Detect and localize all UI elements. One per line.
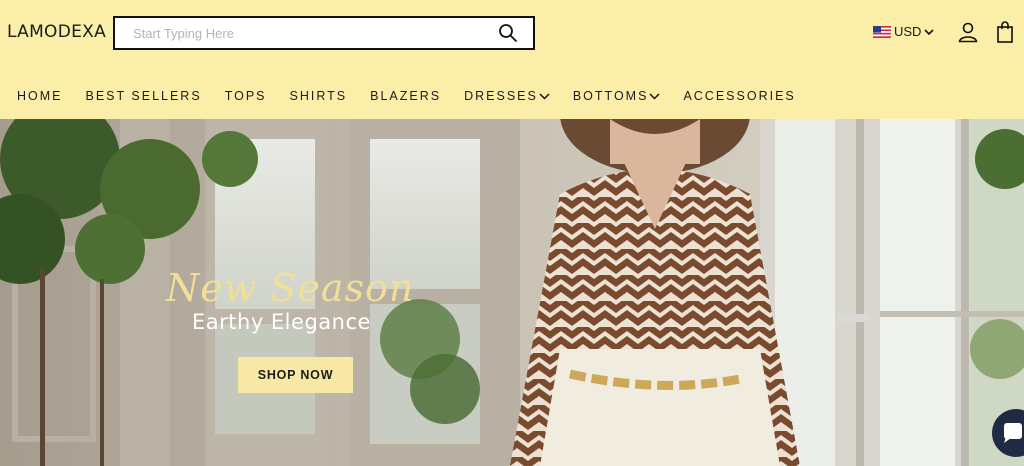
brand-logo[interactable]: LAMODEXA	[7, 22, 106, 42]
chevron-down-icon	[538, 89, 550, 103]
search-icon[interactable]	[498, 23, 518, 43]
search-bar	[113, 16, 535, 50]
nav-item-bottoms[interactable]: BOTTOMS	[573, 89, 661, 103]
currency-selector[interactable]: USD	[873, 24, 935, 39]
nav-item-blazers[interactable]: BLAZERS	[370, 89, 441, 103]
nav-item-accessories[interactable]: ACCESSORIES	[683, 89, 795, 103]
chevron-down-icon	[924, 24, 935, 39]
site-header: LAMODEXA USD	[0, 0, 1024, 68]
shop-now-button[interactable]: SHOP NOW	[238, 357, 353, 393]
hero-image	[0, 119, 1024, 466]
chevron-down-icon	[648, 89, 660, 103]
nav-item-label: HOME	[17, 89, 63, 103]
shopping-bag-icon[interactable]	[995, 21, 1015, 43]
nav-item-label: BLAZERS	[370, 89, 442, 103]
nav-item-label: BOTTOMS	[572, 89, 649, 103]
hero-tagline: Earthy Elegance	[192, 310, 371, 334]
nav-item-dresses[interactable]: DRESSES	[464, 89, 550, 103]
us-flag-icon	[873, 25, 891, 38]
nav-item-best-sellers[interactable]: BEST SELLERS	[86, 89, 202, 103]
hero-banner: New Season Earthy Elegance SHOP NOW	[0, 119, 1024, 466]
hero-script-title: New Season	[166, 266, 415, 310]
chat-icon[interactable]	[992, 409, 1024, 457]
nav-item-shirts[interactable]: SHIRTS	[290, 89, 348, 103]
search-input[interactable]	[115, 18, 485, 48]
nav-item-label: TOPS	[224, 89, 267, 103]
nav-item-label: DRESSES	[464, 89, 538, 103]
user-icon[interactable]	[957, 21, 979, 43]
nav-item-label: ACCESSORIES	[683, 89, 796, 103]
currency-label: USD	[894, 24, 922, 39]
nav-item-label: SHIRTS	[289, 89, 348, 103]
nav-item-tops[interactable]: TOPS	[225, 89, 267, 103]
nav-item-label: BEST SELLERS	[85, 89, 202, 103]
nav-item-home[interactable]: HOME	[17, 89, 63, 103]
main-navigation: HOME BEST SELLERS TOPS SHIRTS BLAZERS DR…	[0, 68, 1024, 119]
